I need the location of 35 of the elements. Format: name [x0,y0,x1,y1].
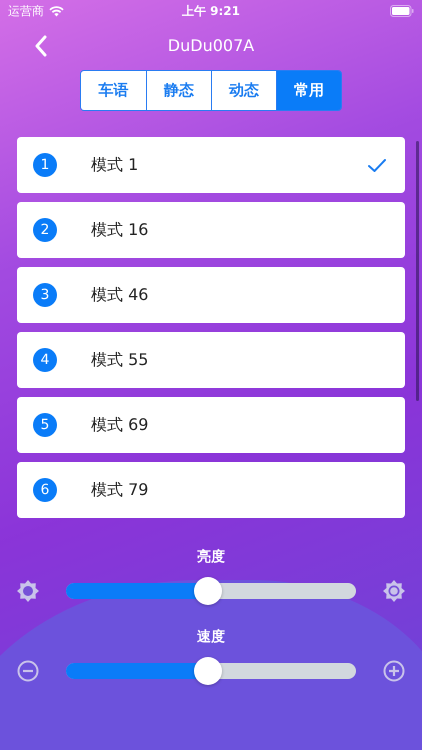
segment-tab[interactable]: 常用 [276,71,341,110]
mode-row[interactable]: 6 模式 79 [17,462,405,518]
brightness-high-icon [382,579,406,603]
mode-row[interactable]: 3 模式 46 [17,267,405,323]
number-badge: 3 [33,283,57,307]
mode-name: 模式 46 [91,284,150,306]
number-badge: 1 [33,153,57,177]
nav-title: DuDu007A [168,36,254,54]
slider-label: 亮度 [197,548,225,567]
battery-icon [390,5,414,17]
mode-row[interactable]: 4 模式 55 [17,332,405,388]
wifi-icon [49,6,64,16]
number-badge: 4 [33,348,57,372]
segment-tab[interactable]: 车语 [81,71,146,110]
mode-name: 模式 79 [91,480,150,500]
brightness-low-icon [16,579,40,603]
slider-label: 速度 [197,628,225,647]
carrier-name: 运营商 [8,2,44,20]
mode-name: 模式 1 [91,154,140,176]
number-badge: 6 [33,478,57,502]
mode-name: 模式 55 [91,350,150,370]
mode-row[interactable]: 1 模式 1 [17,137,405,193]
mode-row[interactable]: 5 模式 69 [17,397,405,453]
slider[interactable] [66,657,356,685]
segment-tab[interactable]: 动态 [211,71,276,110]
plus-icon [382,659,406,683]
status-time: 上午 9:21 [182,2,240,20]
number-badge: 2 [33,218,57,242]
minus-icon [16,659,40,683]
mode-row[interactable]: 2 模式 16 [17,202,405,258]
slider[interactable] [66,577,356,605]
mode-name: 模式 69 [91,414,150,436]
mode-name: 模式 16 [91,220,150,240]
segment-tab[interactable]: 静态 [146,71,211,110]
number-badge: 5 [33,413,57,437]
